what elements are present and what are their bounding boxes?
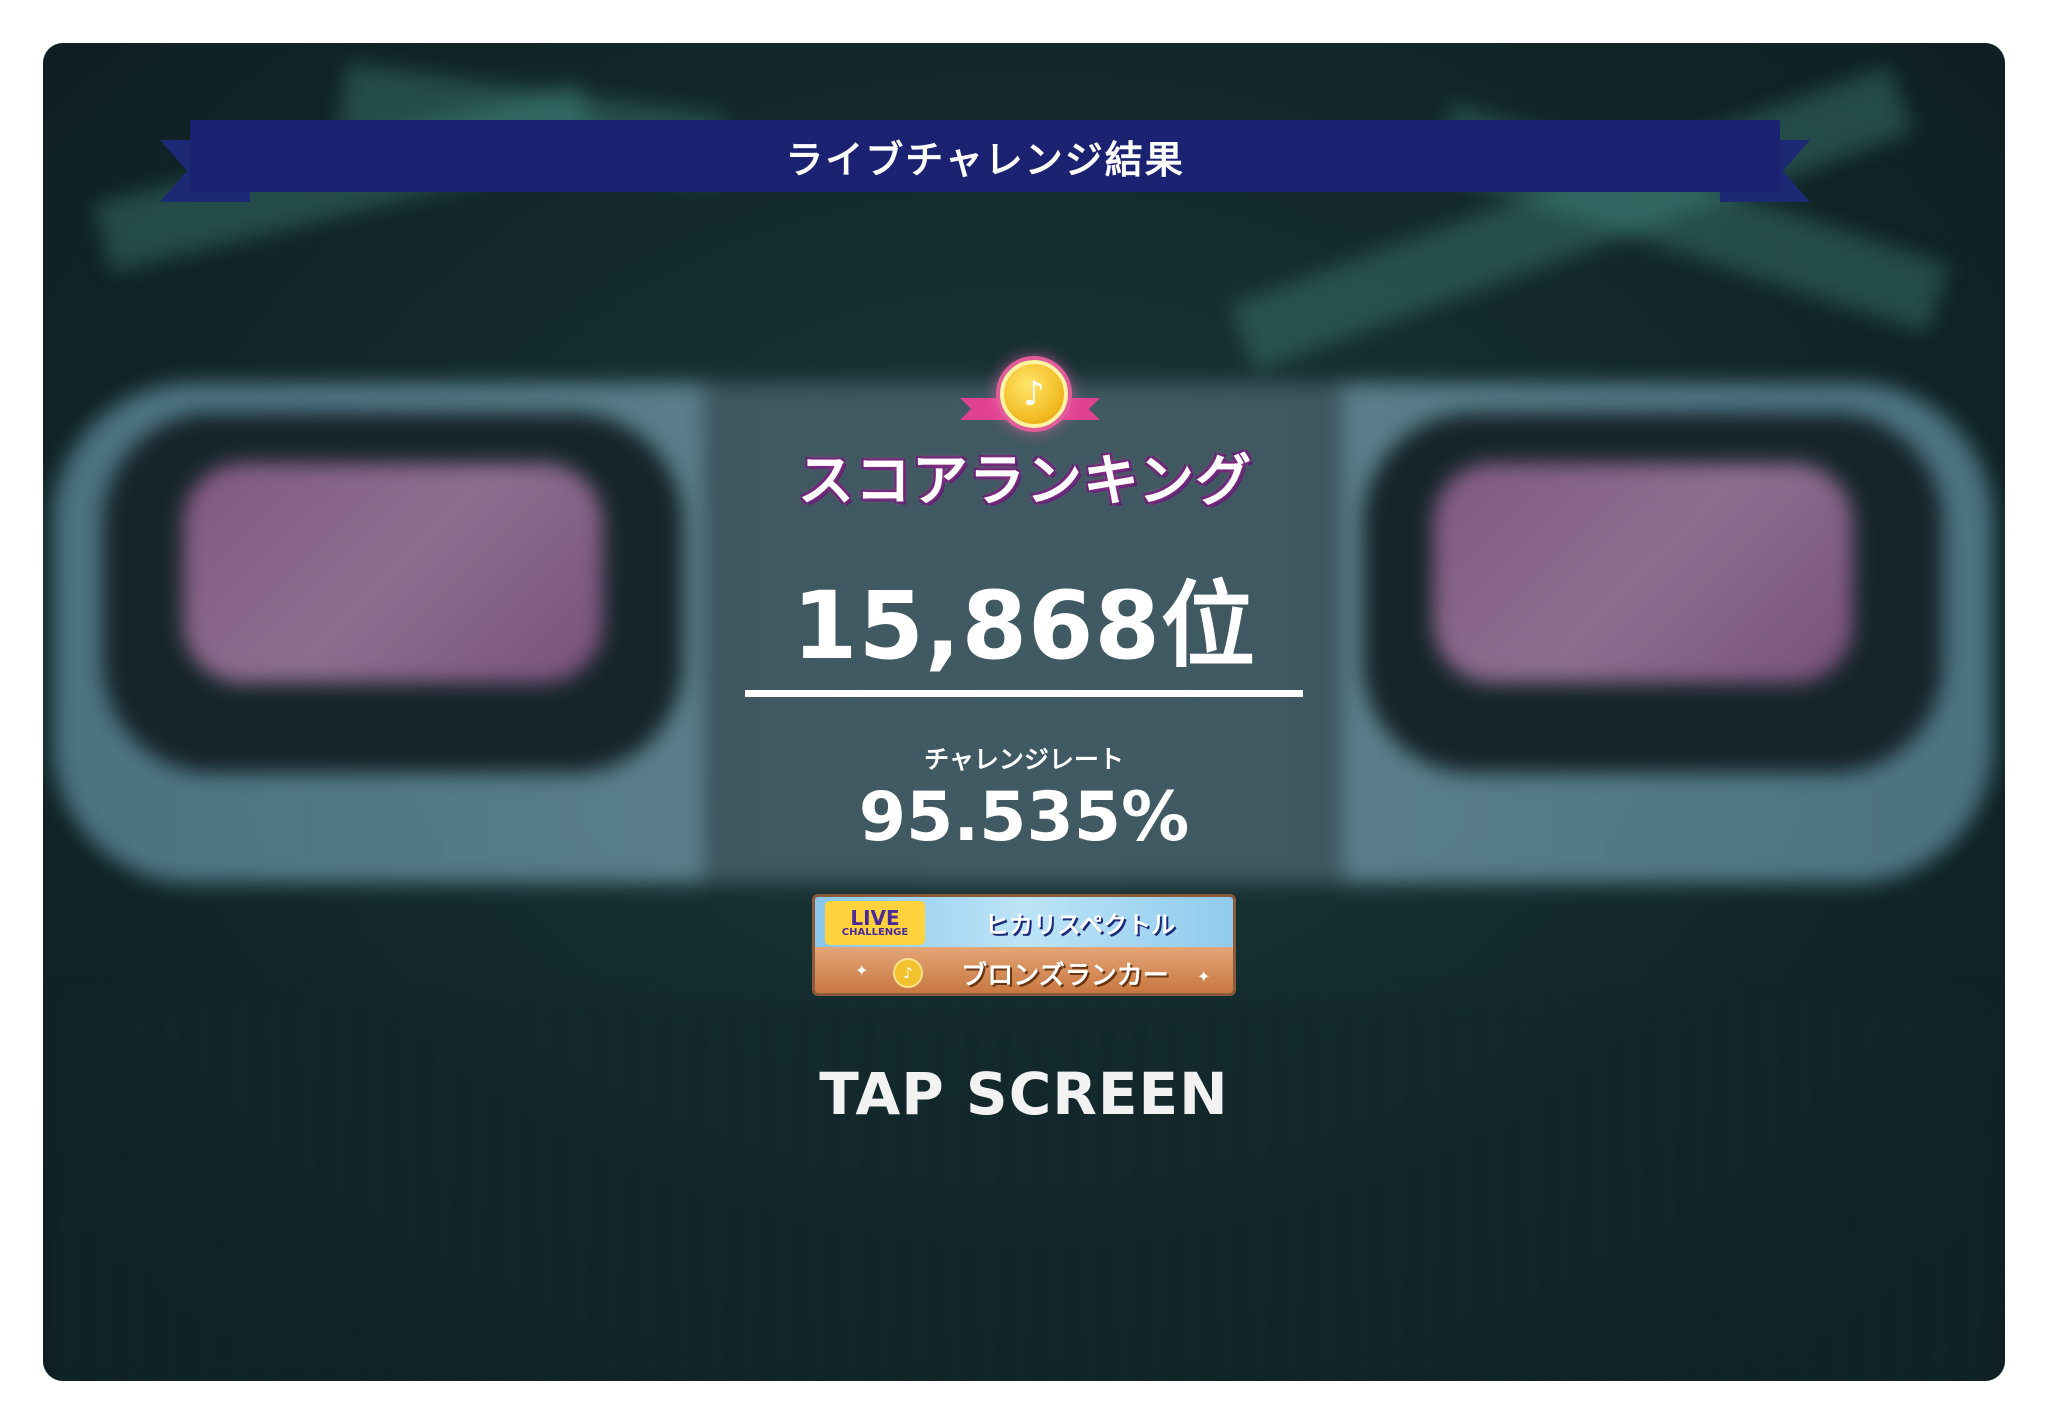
music-note-coin-icon: ♪: [893, 958, 923, 988]
badge-ranker-title: ブロンズランカー: [961, 961, 1169, 991]
banner-title: ライブチャレンジ結果: [190, 120, 1780, 192]
result-screen[interactable]: [43, 43, 2005, 1381]
badge-song-title: ヒカリスペクトル: [984, 911, 1176, 939]
live-logo-text: LIVE: [850, 906, 900, 930]
challenge-rate-value: 95.535%: [858, 778, 1190, 857]
ranker-title-badge: LIVE CHALLENGE ヒカリスペクトル ✦ ♪ ブロンズランカー ✦: [812, 894, 1236, 996]
ranking-position: 15,868位: [792, 572, 1256, 681]
rank-underline: [745, 690, 1303, 697]
result-title-banner: ライブチャレンジ結果: [160, 120, 1810, 202]
challenge-rate-label: チャレンジレート: [924, 745, 1124, 774]
score-ranking-heading: スコアランキング: [797, 449, 1253, 514]
background-dim-overlay: [43, 43, 2005, 1381]
challenge-logo-text: CHALLENGE: [841, 927, 909, 938]
sparkle-icon: ✦: [1197, 967, 1211, 986]
tap-screen-prompt[interactable]: TAP SCREEN: [774, 1060, 1274, 1128]
live-challenge-logo: LIVE CHALLENGE: [825, 901, 925, 945]
sparkle-icon: ✦: [855, 961, 869, 980]
music-note-medal-icon: ♪: [1000, 360, 1068, 428]
